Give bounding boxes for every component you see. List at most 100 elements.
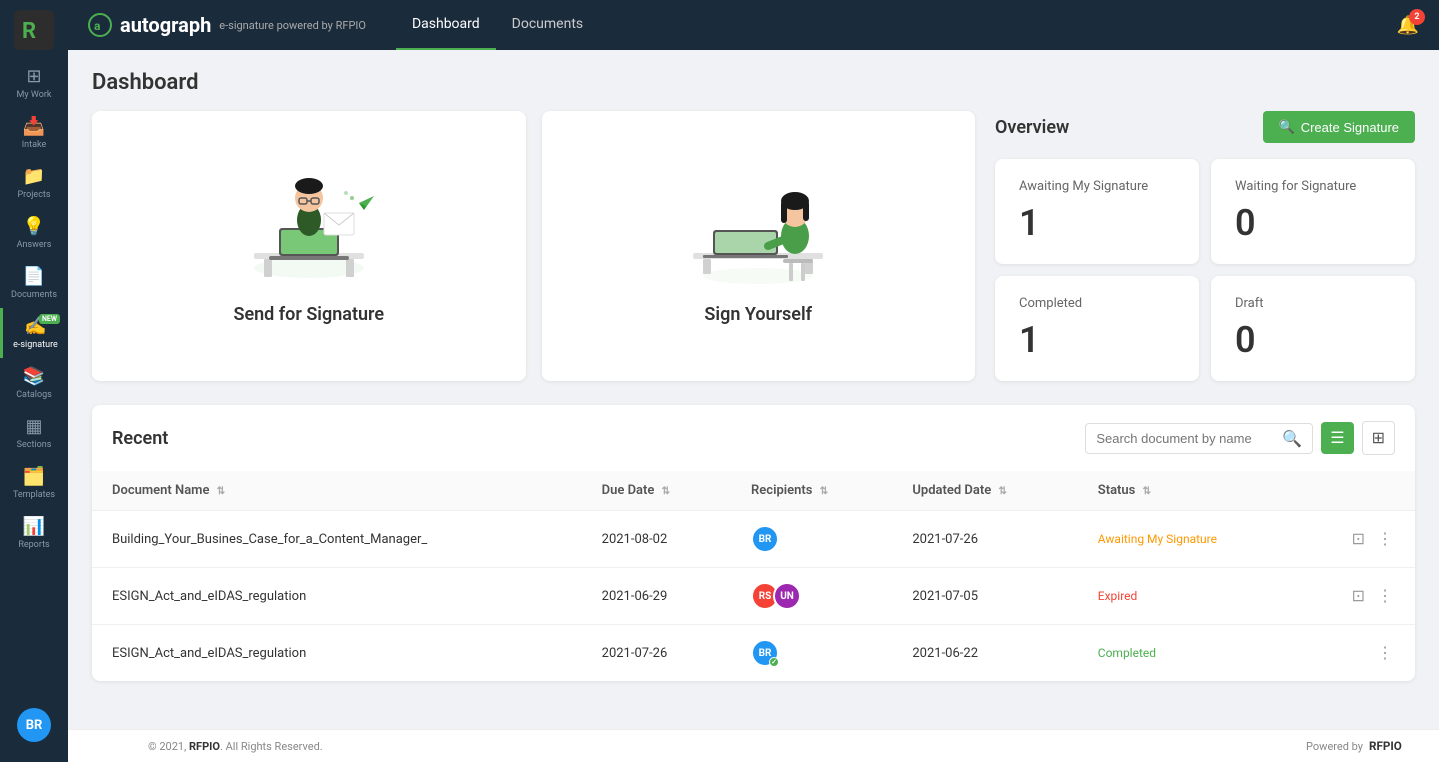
col-header-recipients: Recipients ⇅ — [731, 471, 892, 511]
table-row: ESIGN_Act_and_eIDAS_regulation 2021-07-2… — [92, 625, 1415, 682]
document-action-button[interactable]: ⊡ — [1350, 527, 1367, 551]
sign-yourself-card[interactable]: Sign Yourself — [542, 111, 976, 381]
stat-card-draft[interactable]: Draft 0 — [1211, 276, 1415, 381]
row-actions: ⋮ — [1317, 641, 1395, 665]
sidebar: R ⊞ My Work 📥 Intake 📁 Projects 💡 Answer… — [0, 0, 68, 762]
notification-bell[interactable]: 🔔 2 — [1397, 15, 1419, 36]
col-header-name: Document Name ⇅ — [92, 471, 582, 511]
sort-icon: ⇅ — [820, 486, 828, 497]
sort-icon: ⇅ — [998, 486, 1006, 497]
cell-doc-name: Building_Your_Busines_Case_for_a_Content… — [92, 511, 582, 568]
more-options-button[interactable]: ⋮ — [1375, 641, 1395, 665]
stat-label-draft: Draft — [1235, 296, 1391, 311]
app-logo: a autograph e-signature powered by RFPIO — [88, 13, 366, 37]
logo-icon: a — [88, 13, 112, 37]
table-row: Building_Your_Busines_Case_for_a_Content… — [92, 511, 1415, 568]
stat-card-completed[interactable]: Completed 1 — [995, 276, 1199, 381]
stat-label-waiting: Waiting for Signature — [1235, 179, 1391, 194]
send-for-signature-card[interactable]: Send for Signature — [92, 111, 526, 381]
cell-updated-date: 2021-07-26 — [892, 511, 1077, 568]
recent-title: Recent — [112, 428, 168, 449]
avatar: BR ✓ — [751, 639, 779, 667]
cell-status: Expired — [1078, 568, 1297, 625]
sidebar-item-label: e-signature — [13, 340, 58, 350]
col-header-due-date: Due Date ⇅ — [582, 471, 731, 511]
more-options-button[interactable]: ⋮ — [1375, 527, 1395, 551]
intake-icon: 📥 — [23, 116, 45, 137]
sections-icon: ▦ — [25, 416, 42, 437]
sort-icon: ⇅ — [662, 486, 670, 497]
tab-documents[interactable]: Documents — [496, 0, 599, 51]
table-row: ESIGN_Act_and_eIDAS_regulation 2021-06-2… — [92, 568, 1415, 625]
sign-illustration — [683, 168, 833, 288]
tab-dashboard[interactable]: Dashboard — [396, 0, 496, 51]
grid-view-button[interactable]: ⊞ — [1362, 421, 1395, 455]
page-title: Dashboard — [92, 70, 1415, 95]
sidebar-item-label: Intake — [22, 140, 47, 150]
projects-icon: 📁 — [23, 166, 45, 187]
sidebar-item-label: Sections — [17, 440, 52, 450]
sidebar-item-intake[interactable]: 📥 Intake — [0, 108, 68, 158]
cell-due-date: 2021-07-26 — [582, 625, 731, 682]
overview-header: Overview 🔍 Create Signature — [995, 111, 1415, 143]
recent-actions: 🔍 ☰ ⊞ — [1085, 421, 1395, 455]
cell-status: Awaiting My Signature — [1078, 511, 1297, 568]
app-tagline: e-signature powered by RFPIO — [219, 19, 366, 32]
cell-row-actions: ⋮ — [1297, 625, 1415, 682]
my-work-icon: ⊞ — [26, 66, 41, 87]
status-badge: Completed — [1098, 646, 1156, 660]
sidebar-item-esignature[interactable]: NEW ✍️ e-signature — [0, 308, 68, 358]
sidebar-logo: R — [14, 10, 54, 50]
sidebar-item-my-work[interactable]: ⊞ My Work — [0, 58, 68, 108]
cell-updated-date: 2021-07-05 — [892, 568, 1077, 625]
stat-card-awaiting[interactable]: Awaiting My Signature 1 — [995, 159, 1199, 264]
search-icon: 🔍 — [1282, 429, 1302, 448]
cell-recipients: BR ✓ — [731, 625, 892, 682]
sign-card-title: Sign Yourself — [704, 304, 812, 325]
sidebar-item-reports[interactable]: 📊 Reports — [0, 508, 68, 558]
page-content: Dashboard — [68, 50, 1439, 729]
stat-value-awaiting: 1 — [1019, 202, 1175, 244]
create-signature-button[interactable]: 🔍 Create Signature — [1263, 111, 1415, 143]
status-badge: Awaiting My Signature — [1098, 532, 1217, 546]
app-name: autograph — [120, 13, 211, 37]
sidebar-item-label: Catalogs — [16, 390, 52, 400]
footer: © 2021, RFPIO. All Rights Reserved. Powe… — [68, 729, 1439, 762]
stat-value-completed: 1 — [1019, 319, 1175, 361]
stat-value-draft: 0 — [1235, 319, 1391, 361]
cell-row-actions: ⊡ ⋮ — [1297, 568, 1415, 625]
reports-icon: 📊 — [23, 516, 45, 537]
sidebar-item-projects[interactable]: 📁 Projects — [0, 158, 68, 208]
stats-grid: Awaiting My Signature 1 Waiting for Sign… — [995, 159, 1415, 381]
sidebar-item-catalogs[interactable]: 📚 Catalogs — [0, 358, 68, 408]
sidebar-item-templates[interactable]: 🗂️ Templates — [0, 458, 68, 508]
footer-powered-by: Powered by RFPIO — [1306, 738, 1419, 754]
templates-icon: 🗂️ — [23, 466, 45, 487]
search-box[interactable]: 🔍 — [1085, 423, 1313, 454]
more-options-button[interactable]: ⋮ — [1375, 584, 1395, 608]
document-action-button[interactable]: ⊡ — [1350, 584, 1367, 608]
list-view-button[interactable]: ☰ — [1321, 422, 1353, 454]
cell-recipients: BR — [731, 511, 892, 568]
svg-text:R: R — [22, 19, 36, 44]
sidebar-item-sections[interactable]: ▦ Sections — [0, 408, 68, 458]
row-actions: ⊡ ⋮ — [1317, 527, 1395, 551]
svg-text:RFPIO: RFPIO — [1369, 739, 1402, 753]
sidebar-item-documents[interactable]: 📄 Documents — [0, 258, 68, 308]
sidebar-item-answers[interactable]: 💡 Answers — [0, 208, 68, 258]
documents-table: Document Name ⇅ Due Date ⇅ Recipients ⇅ — [92, 471, 1415, 681]
search-icon: 🔍 — [1279, 119, 1295, 135]
cell-recipients: RS UN — [731, 568, 892, 625]
send-card-title: Send for Signature — [233, 304, 384, 325]
recipient-avatars: BR ✓ — [751, 639, 872, 667]
search-input[interactable] — [1096, 431, 1276, 446]
cell-doc-name: ESIGN_Act_and_eIDAS_regulation — [92, 568, 582, 625]
answers-icon: 💡 — [23, 216, 45, 237]
sidebar-item-label: Documents — [11, 290, 57, 300]
cell-due-date: 2021-08-02 — [582, 511, 731, 568]
stat-label-completed: Completed — [1019, 296, 1175, 311]
sidebar-item-label: My Work — [17, 90, 52, 100]
stat-card-waiting[interactable]: Waiting for Signature 0 — [1211, 159, 1415, 264]
new-badge: NEW — [39, 314, 60, 324]
user-avatar[interactable]: BR — [17, 708, 51, 742]
